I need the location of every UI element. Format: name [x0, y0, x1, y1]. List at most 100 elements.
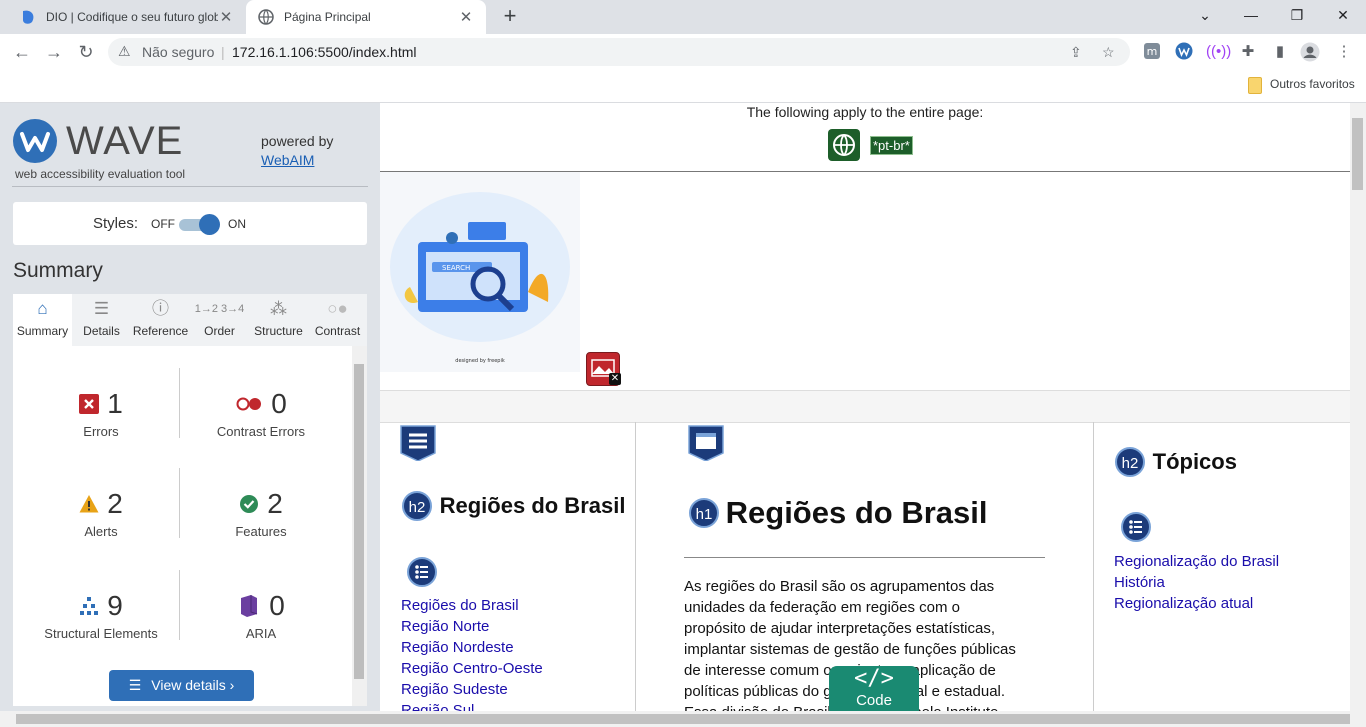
image-credit: designed by freepik: [455, 358, 505, 364]
url-text[interactable]: 172.16.1.106:5500/index.html: [232, 44, 416, 60]
tab-order[interactable]: 1→2 3→4 Order: [190, 294, 249, 346]
page-vertical-scrollbar-thumb[interactable]: [1352, 118, 1363, 190]
alerts-count: 2: [107, 488, 123, 519]
warning-icon[interactable]: ⚠: [118, 43, 131, 60]
image-search-text: SEARCH: [442, 264, 470, 272]
tab-contrast[interactable]: ○● Contrast: [308, 294, 367, 346]
main-heading-text: Regiões do Brasil: [725, 495, 988, 530]
link-regiao-centro-oeste[interactable]: Região Centro-Oeste: [401, 658, 543, 679]
errors-label: Errors: [83, 424, 119, 439]
stat-structural-elements[interactable]: 9 Structural Elements: [21, 590, 181, 641]
tab-search-chevron-icon[interactable]: ⌄: [1190, 4, 1220, 26]
extensions-puzzle-icon[interactable]: ✚: [1238, 42, 1258, 62]
info-icon: ⓘ: [152, 299, 169, 318]
summary-scrollbar[interactable]: [352, 346, 367, 706]
tab-reference[interactable]: ⓘ Reference: [131, 294, 190, 346]
extension-m-icon[interactable]: m: [1142, 42, 1162, 62]
broadcast-icon[interactable]: ((•)): [1206, 42, 1231, 62]
browser-tab-pagina-principal[interactable]: Página Principal ✕: [246, 0, 486, 34]
h1-badge-icon[interactable]: h1: [689, 498, 719, 528]
webaim-link[interactable]: WebAIM: [261, 152, 314, 168]
browser-toolbar: ← → ↻ ⚠ Não seguro | 172.16.1.106:5500/i…: [0, 34, 1366, 70]
tab-details[interactable]: ☰ Details: [72, 294, 131, 346]
alert-icon: [79, 495, 99, 513]
main-landmark-icon[interactable]: [688, 425, 724, 462]
dio-favicon-icon: [23, 10, 34, 24]
page-notice: The following apply to the entire page:: [746, 104, 984, 120]
features-count: 2: [267, 488, 283, 519]
wave-title: WAVE: [66, 119, 184, 163]
language-globe-icon[interactable]: [828, 129, 860, 161]
restore-button[interactable]: ❐: [1282, 4, 1312, 26]
close-tab-icon[interactable]: ✕: [458, 8, 474, 26]
bookmark-star-icon[interactable]: ☆: [1102, 44, 1115, 61]
horizontal-rule: [684, 557, 1045, 558]
contrast-errors-count: 0: [271, 388, 287, 419]
tab-summary[interactable]: ⌂ Summary: [13, 294, 72, 346]
missing-alt-error-icon[interactable]: ✕: [586, 352, 621, 386]
column-divider: [1093, 422, 1094, 711]
link-regiao-nordeste[interactable]: Região Nordeste: [401, 637, 543, 658]
stat-errors[interactable]: 1 Errors: [21, 388, 181, 439]
address-bar[interactable]: ⚠ Não seguro | 172.16.1.106:5500/index.h…: [108, 38, 1130, 66]
h2-badge-icon[interactable]: h2: [1115, 447, 1145, 477]
link-regiao-sudeste[interactable]: Região Sudeste: [401, 679, 543, 700]
aria-count: 0: [269, 590, 285, 621]
forward-arrow-icon[interactable]: →: [42, 40, 66, 64]
menu-kebab-icon[interactable]: ⋮: [1334, 42, 1354, 62]
side-panel-icon[interactable]: ▮: [1270, 42, 1290, 62]
nav-band: [380, 390, 1350, 423]
share-icon[interactable]: ⇪: [1070, 44, 1082, 61]
h2-badge-icon[interactable]: h2: [402, 491, 432, 521]
new-tab-button[interactable]: +: [498, 4, 522, 28]
column-divider: [635, 422, 636, 711]
wave-logo-icon: [13, 119, 57, 163]
tab-structure[interactable]: ⁂ Structure: [249, 294, 308, 346]
close-tab-icon[interactable]: ✕: [218, 8, 234, 26]
right-link-list: Regionalização do Brasil História Region…: [1114, 551, 1279, 614]
profile-avatar-icon[interactable]: [1300, 42, 1320, 62]
error-icon: [79, 394, 100, 414]
minimize-button[interactable]: —: [1236, 4, 1266, 26]
language-tag: *pt-br*: [870, 136, 913, 155]
code-toggle-button[interactable]: </> Code: [829, 666, 919, 711]
link-regionalizacao-atual[interactable]: Regionalização atual: [1114, 593, 1279, 614]
view-details-button[interactable]: ☰ View details ›: [109, 670, 254, 701]
paragraph-line: propósito de ajudar interpretações estat…: [684, 620, 996, 637]
browser-tab-dio[interactable]: DIO | Codifique o seu futuro glob ✕: [8, 0, 246, 34]
close-window-button[interactable]: ✕: [1328, 4, 1358, 26]
stat-aria[interactable]: 0 ARIA: [181, 590, 341, 641]
styles-toggle-box: Styles: OFF ON: [13, 202, 367, 245]
security-status[interactable]: Não seguro: [142, 44, 214, 60]
page-vertical-scrollbar[interactable]: [1350, 103, 1366, 711]
structure-tree-icon: [80, 597, 99, 615]
stat-alerts[interactable]: 2 Alerts: [21, 488, 181, 539]
link-regiao-sul[interactable]: Região Sul: [401, 700, 543, 711]
toggle-on-label: ON: [228, 217, 246, 231]
wave-extension-icon[interactable]: [1174, 42, 1194, 62]
wave-tab-bar: ⌂ Summary ☰ Details ⓘ Reference 1→2 3→4 …: [13, 294, 367, 346]
stat-contrast-errors[interactable]: 0 Contrast Errors: [181, 388, 341, 439]
back-arrow-icon[interactable]: ←: [10, 40, 34, 64]
bookmarks-other-folder[interactable]: Outros favoritos: [1270, 77, 1355, 91]
tab-label: Order: [204, 324, 235, 338]
list-icon[interactable]: [1121, 512, 1151, 542]
page-horizontal-scrollbar-thumb[interactable]: [16, 714, 1350, 724]
list-icon: ☰: [128, 677, 142, 693]
link-regioes-do-brasil[interactable]: Regiões do Brasil: [401, 595, 543, 616]
summary-heading: Summary: [13, 259, 103, 282]
link-regionalizacao-do-brasil[interactable]: Regionalização do Brasil: [1114, 551, 1279, 572]
nav-landmark-icon[interactable]: [400, 425, 436, 462]
contrast-error-icon: [236, 397, 262, 411]
tab-title: Página Principal: [284, 10, 371, 24]
styles-toggle-knob[interactable]: [199, 214, 220, 235]
scrollbar-thumb[interactable]: [354, 364, 364, 679]
stat-features[interactable]: 2 Features: [181, 488, 341, 539]
link-historia[interactable]: História: [1114, 572, 1279, 593]
list-icon[interactable]: [407, 557, 437, 587]
code-brackets-icon: </>: [854, 666, 894, 691]
link-regiao-norte[interactable]: Região Norte: [401, 616, 543, 637]
reload-icon[interactable]: ↻: [74, 40, 98, 64]
structural-label: Structural Elements: [44, 626, 158, 641]
browser-tab-strip: DIO | Codifique o seu futuro glob ✕ Pági…: [0, 0, 1366, 34]
